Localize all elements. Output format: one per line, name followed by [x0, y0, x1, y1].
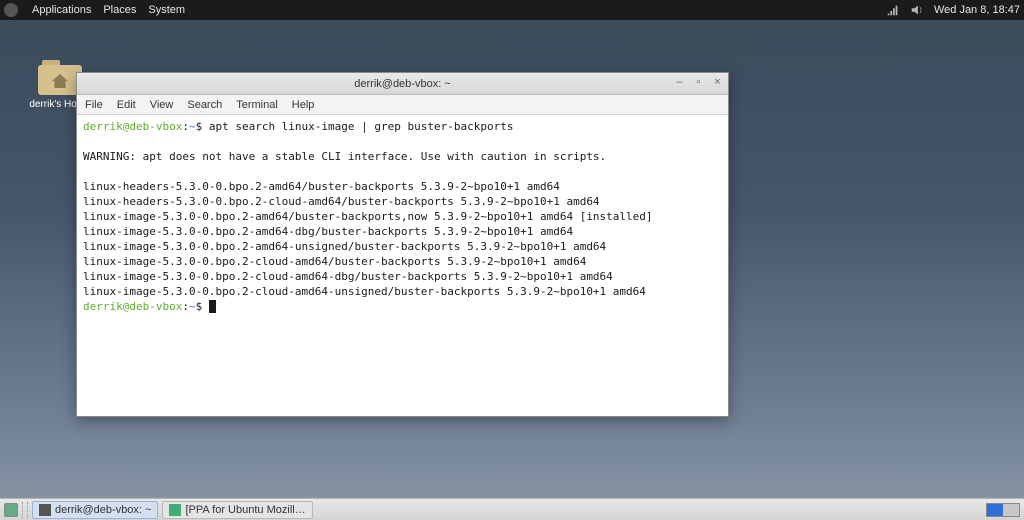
network-icon[interactable] [886, 3, 900, 17]
maximize-button[interactable]: ▫ [692, 76, 705, 89]
menu-edit[interactable]: Edit [117, 99, 136, 111]
globe-icon [169, 504, 181, 516]
top-panel-right: Wed Jan 8, 18:47 [886, 3, 1020, 17]
window-menubar: File Edit View Search Terminal Help [77, 95, 728, 115]
menu-help[interactable]: Help [292, 99, 315, 111]
taskbar-separator [22, 502, 28, 518]
bottom-taskbar: derrik@deb-vbox: ~ [PPA for Ubuntu Mozil… [0, 498, 1024, 520]
workspace-switcher[interactable] [986, 503, 1020, 517]
menu-places[interactable]: Places [103, 4, 136, 16]
menu-search[interactable]: Search [187, 99, 222, 111]
taskbar-item-label: derrik@deb-vbox: ~ [55, 504, 151, 516]
activities-logo-icon[interactable] [4, 3, 18, 17]
top-panel: Applications Places System Wed Jan 8, 18… [0, 0, 1024, 20]
volume-icon[interactable] [910, 3, 924, 17]
top-panel-left: Applications Places System [4, 3, 185, 17]
taskbar-item-label: [PPA for Ubuntu Mozill… [185, 504, 305, 516]
terminal-window[interactable]: derrik@deb-vbox: ~ – ▫ × File Edit View … [76, 72, 729, 417]
close-button[interactable]: × [711, 76, 724, 89]
terminal-icon [39, 504, 51, 516]
taskbar-item-browser[interactable]: [PPA for Ubuntu Mozill… [162, 501, 312, 519]
menu-view[interactable]: View [150, 99, 174, 111]
clock[interactable]: Wed Jan 8, 18:47 [934, 4, 1020, 16]
menu-applications[interactable]: Applications [32, 4, 91, 16]
minimize-button[interactable]: – [673, 76, 686, 89]
taskbar-item-terminal[interactable]: derrik@deb-vbox: ~ [32, 501, 158, 519]
terminal-body[interactable]: derrik@deb-vbox:~$ apt search linux-imag… [77, 115, 728, 416]
show-desktop-button[interactable] [4, 503, 18, 517]
window-titlebar[interactable]: derrik@deb-vbox: ~ – ▫ × [77, 73, 728, 95]
menu-terminal[interactable]: Terminal [236, 99, 278, 111]
menu-file[interactable]: File [85, 99, 103, 111]
window-title: derrik@deb-vbox: ~ [354, 78, 450, 90]
window-controls: – ▫ × [673, 76, 724, 89]
menu-system[interactable]: System [148, 4, 185, 16]
